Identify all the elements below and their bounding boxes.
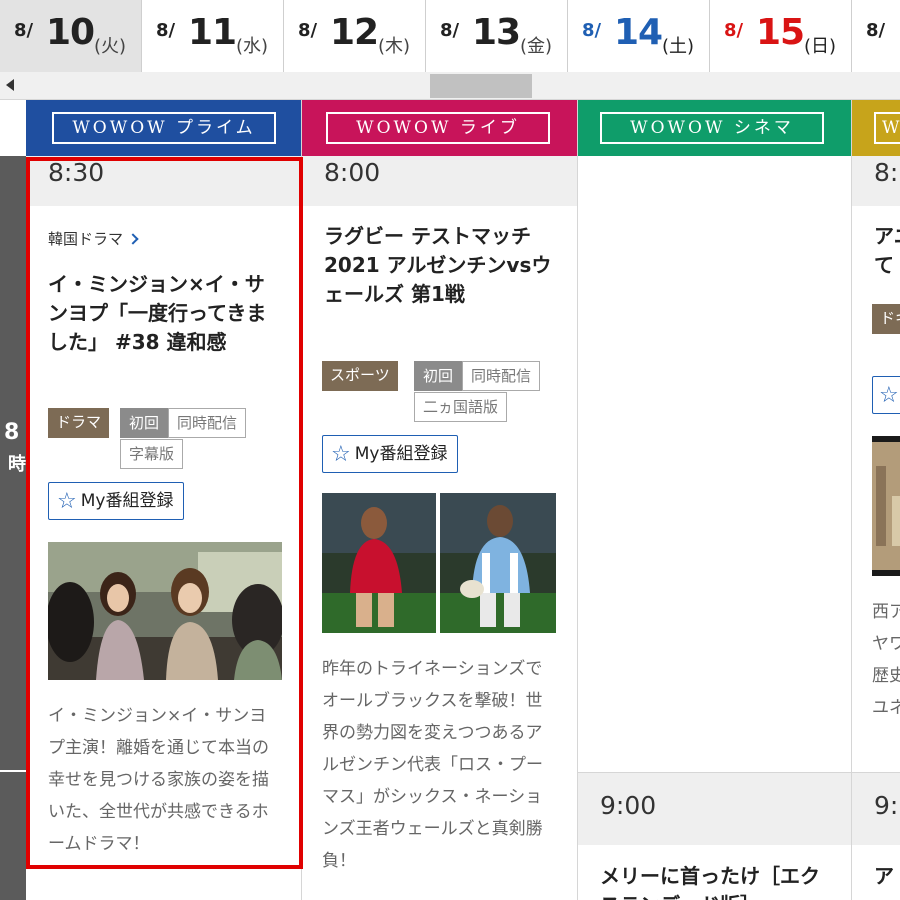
genre-tag: ドラマ: [48, 408, 110, 438]
date-tab-0813[interactable]: 8/ 13 (金): [426, 0, 568, 72]
program-description-partial: 西ア ヤワ 歴史 ユネ: [872, 596, 900, 724]
date-day: 15: [756, 12, 805, 53]
desc-line: 歴史: [872, 666, 900, 686]
time-slot: 8:: [852, 156, 900, 206]
date-weekday: (日): [804, 36, 837, 57]
channel-logo-prime[interactable]: WOWOW プライム: [52, 112, 276, 144]
date-tab-0814[interactable]: 8/ 14 (土): [568, 0, 710, 72]
date-weekday: (木): [378, 36, 411, 57]
channel-header-fourth: W: [852, 100, 900, 156]
date-day: 13: [472, 12, 521, 53]
time-slot: 8:30: [26, 156, 301, 206]
channel-column-cinema: WOWOW シネマ 9:00 メリーに首ったけ［エクステンデッド版］: [578, 100, 852, 900]
date-tab-0810[interactable]: 8/ 10 (火): [0, 0, 142, 72]
program-description: 昨年のトライネーションズでオールブラックスを撃破！世界の勢力図を変えつつあるアル…: [322, 659, 543, 871]
first-broadcast-tag: 初回: [120, 408, 169, 438]
date-month: 8/: [582, 20, 602, 41]
date-day: 10: [46, 12, 95, 53]
date-weekday: (土): [662, 36, 695, 57]
date-tab-0815[interactable]: 8/ 15 (日): [710, 0, 852, 72]
date-tab-0811[interactable]: 8/ 11 (水): [142, 0, 284, 72]
scroll-left-arrow-icon[interactable]: [6, 79, 14, 91]
horizontal-scrollbar[interactable]: [0, 72, 900, 100]
date-month: 8/: [440, 20, 460, 41]
start-time: 8:30: [48, 158, 105, 187]
scrollbar-thumb[interactable]: [430, 74, 532, 98]
star-icon: ☆: [879, 383, 899, 408]
date-month: 8/: [724, 20, 744, 41]
program-title-partial-line2[interactable]: て: [874, 251, 900, 280]
date-tab-next[interactable]: 8/: [852, 0, 900, 72]
simulcast-tag: 同時配信: [462, 361, 541, 391]
genre-tag: スポーツ: [322, 361, 398, 391]
my-program-register-button[interactable]: ☆: [872, 376, 900, 414]
channel-header-prime: WOWOW プライム: [26, 100, 301, 156]
channel-logo-live[interactable]: WOWOW ライブ: [326, 112, 550, 144]
program-thumbnail[interactable]: [322, 493, 556, 633]
date-month: 8/: [156, 20, 176, 41]
date-month: 8/: [866, 20, 886, 41]
date-weekday: (水): [236, 36, 269, 57]
genre-link-label: 韓国ドラマ: [48, 230, 124, 248]
channel-header-live: WOWOW ライブ: [302, 100, 577, 156]
date-weekday: (金): [520, 36, 553, 57]
date-month: 8/: [298, 20, 318, 41]
my-program-register-label: My番組登録: [354, 444, 448, 464]
program-title-partial[interactable]: ア: [874, 862, 900, 891]
program-description: イ・ミンジョン×イ・サンヨプ主演！離婚を通じて本当の幸せを見つける家族の姿を描い…: [48, 706, 269, 854]
my-program-register-label: My番組登録: [80, 491, 174, 511]
time-slot: 9:: [852, 773, 900, 845]
start-time: 9:: [874, 791, 899, 820]
subtitle-version-tag: 字幕版: [120, 439, 184, 469]
date-day: 14: [614, 12, 663, 53]
time-slot: 8:00: [302, 156, 577, 206]
desc-line: 西ア: [872, 602, 900, 622]
start-time: 9:00: [600, 791, 657, 820]
date-weekday: (火): [94, 36, 127, 57]
time-slot: 9:00: [578, 773, 851, 845]
time-rail-unit: 時: [8, 454, 26, 475]
program-title[interactable]: メリーに首ったけ［エクステンデッド版］: [600, 862, 836, 900]
date-bar: 8/ 10 (火) 8/ 11 (水) 8/ 12 (木) 8/ 13 (金) …: [0, 0, 900, 72]
my-program-register-button[interactable]: ☆ My番組登録: [48, 482, 185, 520]
date-tab-0812[interactable]: 8/ 12 (木): [284, 0, 426, 72]
genre-tag: ドキ: [872, 304, 900, 334]
channel-column-fourth: W 8: アニ て ドキ ☆ 西ア ヤワ 歴史 ユネ 9: ア: [852, 100, 900, 900]
date-day: 12: [330, 12, 379, 53]
start-time: 8:: [874, 158, 899, 187]
time-rail: 8 時: [0, 100, 26, 900]
genre-link-korean-drama[interactable]: 韓国ドラマ: [48, 228, 139, 249]
star-icon: ☆: [57, 489, 77, 514]
my-program-register-button[interactable]: ☆ My番組登録: [322, 435, 459, 473]
time-rail-hour: 8: [4, 420, 20, 445]
time-rail-bar: [0, 156, 26, 900]
channel-header-cinema: WOWOW シネマ: [578, 100, 851, 156]
channel-logo-cinema[interactable]: WOWOW シネマ: [600, 112, 824, 144]
channel-column-live: WOWOW ライブ 8:00 ラグビー テストマッチ 2021 アルゼンチンvs…: [302, 100, 578, 900]
bilingual-version-tag: 二ヵ国語版: [414, 392, 508, 422]
simulcast-tag: 同時配信: [168, 408, 247, 438]
chevron-right-icon: [127, 233, 139, 245]
desc-line: ユネ: [872, 698, 900, 718]
program-thumbnail[interactable]: [872, 436, 900, 576]
program-title[interactable]: イ・ミンジョン×イ・サンヨプ「一度行ってきました」 #38 違和感: [48, 270, 280, 357]
program-thumbnail[interactable]: [48, 542, 282, 680]
program-title-partial[interactable]: アニ: [874, 222, 900, 251]
program-title[interactable]: ラグビー テストマッチ 2021 アルゼンチンvsウェールズ 第1戦: [324, 222, 556, 309]
start-time: 8:00: [324, 158, 381, 187]
desc-line: ヤワ: [872, 634, 900, 654]
star-icon: ☆: [331, 442, 351, 467]
date-month: 8/: [14, 20, 34, 41]
hour-divider: [0, 770, 26, 772]
channel-column-prime: WOWOW プライム 8:30 韓国ドラマ イ・ミンジョン×イ・サンヨプ「一度行…: [26, 100, 302, 900]
date-day: 11: [188, 12, 237, 53]
first-broadcast-tag: 初回: [414, 361, 463, 391]
channel-logo-fourth[interactable]: W: [874, 112, 900, 144]
